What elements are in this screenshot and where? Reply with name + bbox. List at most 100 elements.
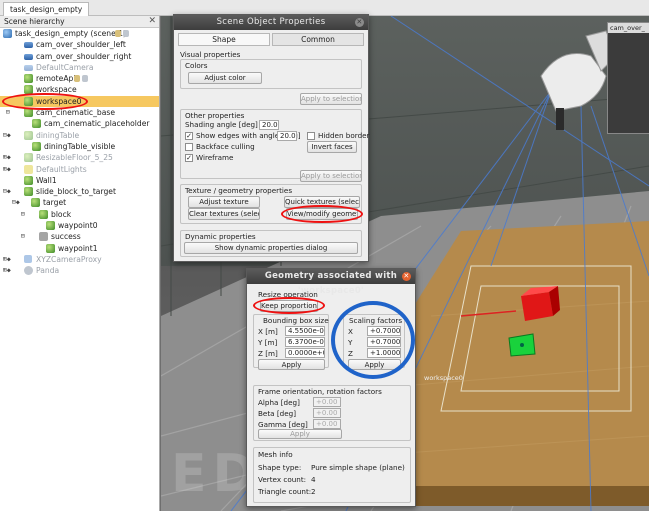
tree-item-slide-block[interactable]: ⊟◆ slide_block_to_target (0, 186, 159, 197)
expand-icon[interactable]: ⊟ (21, 231, 25, 242)
properties-title-bar[interactable]: Scene Object Properties ✕ (174, 15, 368, 30)
camera-icon (24, 64, 33, 71)
adjust-texture-button[interactable]: Adjust texture (188, 196, 260, 208)
expand-icon[interactable]: ⊟◆ (12, 197, 20, 208)
visual-properties-title: Visual properties (180, 50, 241, 59)
tree-item-waypoint1[interactable]: waypoint1 (0, 243, 159, 254)
backface-culling-checkbox[interactable] (185, 143, 193, 151)
tree-item-default-lights[interactable]: ⊞◆ DefaultLights (0, 164, 159, 175)
alpha-label: Alpha [deg] (258, 398, 300, 407)
bounding-box-title: Bounding box size (263, 316, 329, 325)
script-icon[interactable] (74, 75, 80, 83)
gamma-input[interactable]: +0.00 (313, 419, 341, 429)
camera-view-window[interactable]: cam_over_ (607, 22, 649, 134)
clear-textures-button[interactable]: Clear textures (selection) (188, 208, 260, 220)
bbox-y-input[interactable]: 6.3700e-01 (285, 337, 325, 347)
show-dynamic-properties-button[interactable]: Show dynamic properties dialog (184, 242, 358, 254)
app-root: task_design_empty Scene hierarchy ✕ task… (0, 0, 649, 511)
annotation-ellipse (2, 93, 88, 110)
tree-item-label: ResizableFloor_5_25 (36, 153, 113, 163)
expand-icon[interactable]: ⊞◆ (3, 254, 11, 265)
beta-label: Beta [deg] (258, 409, 297, 418)
tree-item-label: cam_over_shoulder_left (36, 40, 126, 50)
tab-shape[interactable]: Shape (178, 33, 270, 46)
tree-item-label: slide_block_to_target (36, 187, 116, 197)
tree-item-cam-right[interactable]: cam_over_shoulder_right (0, 51, 159, 62)
scene-hierarchy-title: Scene hierarchy (4, 17, 65, 26)
apply-to-selection-button[interactable]: Apply to selection (300, 93, 362, 105)
settings-icon[interactable] (123, 30, 129, 37)
expand-icon[interactable]: ⊞◆ (3, 265, 11, 276)
scene-icon (3, 29, 12, 38)
dummy-icon (24, 254, 32, 263)
robot-gripper (556, 108, 564, 130)
apply-bbox-button[interactable]: Apply (258, 359, 325, 370)
wireframe-checkbox[interactable]: ✓ (185, 154, 193, 162)
expand-icon[interactable]: ⊞◆ (3, 152, 11, 163)
expand-icon[interactable]: ⊟◆ (3, 186, 11, 197)
tree-item-label: diningTable (36, 130, 80, 140)
expand-icon[interactable]: ⊟◆ (3, 130, 11, 141)
scene-object-properties-dialog: Scene Object Properties ✕ Shape Common V… (173, 14, 370, 262)
tree-item-cam-cinematic-placeholder[interactable]: cam_cinematic_placeholder (0, 118, 159, 129)
tree-item-xyz-camera-proxy[interactable]: ⊞◆ XYZCameraProxy (0, 254, 159, 265)
tree-item-block[interactable]: ⊟ block (0, 209, 159, 220)
close-icon[interactable]: ✕ (402, 272, 411, 281)
expand-icon[interactable]: ⊟ (21, 209, 25, 220)
annotation-ellipse (281, 205, 363, 223)
hidden-border-checkbox[interactable] (307, 132, 315, 140)
geometry-dialog: Geometry associated with 'workspace0' ✕ … (246, 268, 416, 507)
shape-icon (31, 198, 40, 208)
shape-icon (39, 209, 48, 219)
tree-item-success[interactable]: ⊟ success (0, 231, 159, 242)
apply-to-selection-button[interactable]: Apply to selection (300, 170, 362, 182)
bbox-z-input[interactable]: 0.0000e+00 (285, 348, 325, 358)
tree-item-label: Panda (36, 266, 60, 276)
beta-input[interactable]: +0.00 (313, 408, 341, 418)
shape-type-label: Shape type: (258, 463, 302, 472)
robot-icon (24, 266, 33, 276)
annotation-circle (331, 301, 415, 379)
shape-icon (24, 175, 33, 185)
edge-angle-input[interactable]: 20.0 (277, 131, 297, 141)
tree-item-panda[interactable]: ⊞◆ Panda (0, 265, 159, 276)
alpha-input[interactable]: +0.00 (313, 397, 341, 407)
tree-item-target[interactable]: ⊟◆ target (0, 197, 159, 208)
bbox-x-label: X [m] (258, 327, 278, 336)
backface-culling-label: Backface culling (196, 142, 255, 151)
bbox-x-input[interactable]: 4.5500e-01 (285, 326, 325, 336)
expand-icon[interactable]: ⊟ (6, 107, 10, 118)
geometry-title-bar[interactable]: Geometry associated with 'workspace0' ✕ (247, 269, 415, 296)
workspace0-scene-label: workspace0 (424, 374, 463, 382)
tab-common[interactable]: Common (272, 33, 364, 46)
shape-icon (24, 130, 33, 140)
shape-type-value: Pure simple shape (plane) (311, 463, 405, 472)
dynamic-properties-title: Dynamic properties (185, 232, 256, 241)
close-icon[interactable]: ✕ (148, 16, 156, 26)
tree-item-cam-left[interactable]: cam_over_shoulder_left (0, 39, 159, 50)
triangle-count-label: Triangle count: (258, 487, 312, 496)
colors-title: Colors (185, 61, 208, 70)
tree-item-wall1[interactable]: Wall1 (0, 175, 159, 186)
show-edges-checkbox[interactable]: ✓ (185, 132, 193, 140)
dummy-icon (46, 243, 55, 253)
close-icon[interactable]: ✕ (355, 18, 364, 27)
tree-item-waypoint0[interactable]: waypoint0 (0, 220, 159, 231)
settings-icon[interactable] (82, 75, 88, 83)
tree-item-dining-table-visible[interactable]: diningTable_visible (0, 141, 159, 152)
apply-rotation-button[interactable]: Apply (258, 429, 342, 439)
shading-angle-input[interactable]: 20.0 (259, 120, 279, 130)
scene-tab[interactable]: task_design_empty (3, 2, 90, 16)
tree-item-scene[interactable]: task_design_empty (scene 1) (0, 28, 159, 39)
tree-item-dining-table[interactable]: ⊟◆ diningTable (0, 130, 159, 141)
tree-item-label: task_design_empty (scene 1) (15, 29, 127, 38)
tree-item-resizable-floor[interactable]: ⊞◆ ResizableFloor_5_25 (0, 152, 159, 163)
expand-icon[interactable]: ⊞◆ (3, 164, 11, 175)
block-face (521, 292, 553, 321)
texture-geometry-title: Texture / geometry properties (185, 186, 293, 195)
tree-item-remote-api[interactable]: remoteApi (0, 73, 159, 84)
tree-item-default-camera[interactable]: DefaultCamera (0, 62, 159, 73)
invert-faces-button[interactable]: Invert faces (307, 141, 357, 153)
script-icon[interactable] (115, 30, 121, 37)
adjust-color-button[interactable]: Adjust color (188, 72, 262, 84)
